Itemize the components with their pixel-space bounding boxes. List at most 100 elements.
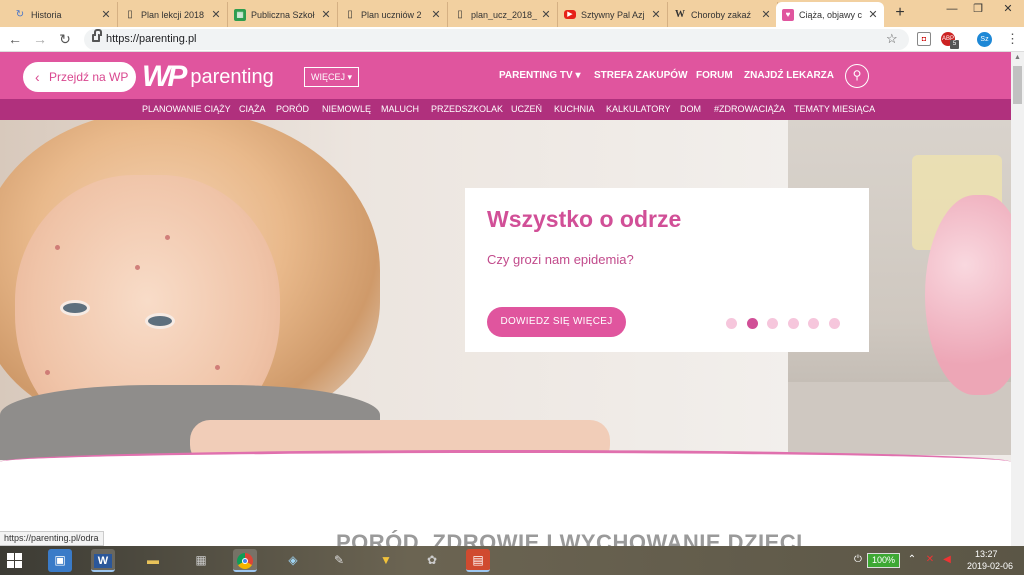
tab-label: Sztywny Pal Azj <box>581 9 645 20</box>
battery-indicator[interactable]: 100% <box>867 553 900 568</box>
windows-start-icon[interactable] <box>7 553 23 569</box>
chevron-up-icon[interactable]: ⌃ <box>906 554 918 566</box>
clock-time[interactable]: 13:27 <box>975 549 998 559</box>
clock-date[interactable]: 2019-02-06 <box>967 561 1013 571</box>
scrollbar-thumb[interactable] <box>1013 66 1022 104</box>
pocket-extension-icon[interactable]: ◘ <box>917 32 931 46</box>
nav-porod[interactable]: PORÓD <box>276 104 309 114</box>
tab-label: Publiczna Szkoł <box>251 9 315 20</box>
rash-spot <box>135 265 140 270</box>
close-icon[interactable]: ✕ <box>541 8 551 21</box>
nav-uczen[interactable]: UCZEŃ <box>511 104 542 114</box>
tab-wikipedia[interactable]: W Choroby zakaź ✕ <box>668 2 778 27</box>
wikipedia-icon: W <box>675 8 685 20</box>
menu-dots-icon[interactable]: ⋮ <box>1006 31 1019 47</box>
bookmark-star-icon[interactable]: ☆ <box>886 31 898 47</box>
nav-ciaza[interactable]: CIĄŻA <box>239 104 266 114</box>
address-bar[interactable]: https://parenting.pl <box>84 29 909 50</box>
app-icon[interactable]: ◈ <box>281 549 305 572</box>
tab-plan-lekcji[interactable]: ▯ Plan lekcji 2018 ✕ <box>118 2 228 27</box>
carousel-dot-1[interactable] <box>726 318 737 329</box>
forward-arrow-icon[interactable]: → <box>31 30 49 48</box>
back-to-wp-button[interactable]: ‹ Przejdź na WP <box>23 62 136 92</box>
nav-forum[interactable]: FORUM <box>696 70 733 81</box>
carousel-dot-5[interactable] <box>808 318 819 329</box>
status-bar-url: https://parenting.pl/odra <box>0 531 104 546</box>
tab-label: Plan uczniów 2 <box>361 9 422 20</box>
rash-spot <box>55 245 60 250</box>
network-icon[interactable]: ✕ <box>924 554 936 566</box>
nav-strefa-zakupow[interactable]: STREFA ZAKUPÓW <box>594 70 688 81</box>
tab-plan-ucz-2018[interactable]: ▯ plan_ucz_2018_ ✕ <box>448 2 558 27</box>
carousel-dot-6[interactable] <box>828 318 840 329</box>
close-icon[interactable]: ✕ <box>211 8 221 21</box>
tab-label: Plan lekcji 2018 <box>141 9 205 20</box>
tab-youtube[interactable]: ▶ Sztywny Pal Azj ✕ <box>558 2 668 27</box>
nav-kuchnia[interactable]: KUCHNIA <box>554 104 595 114</box>
close-icon[interactable]: ✕ <box>651 8 661 21</box>
profile-avatar[interactable]: Sz <box>977 32 992 47</box>
minimize-icon[interactable]: — <box>938 0 966 20</box>
tab-plan-uczniow[interactable]: ▯ Plan uczniów 2 ✕ <box>338 2 448 27</box>
document-icon: ▯ <box>347 8 353 20</box>
nav-niemowle[interactable]: NIEMOWLĘ <box>322 104 371 114</box>
browser-toolbar: ← → ↻ https://parenting.pl ☆ ◘ ABP 5 Sz … <box>0 27 1024 52</box>
learn-more-button[interactable]: DOWIEDZ SIĘ WIĘCEJ <box>487 307 626 337</box>
youtube-icon: ▶ <box>564 10 576 19</box>
paint-icon[interactable]: ✎ <box>327 549 351 572</box>
extension-badge: 5 <box>950 40 959 49</box>
tab-publiczna-szkola[interactable]: ▦ Publiczna Szkoł ✕ <box>228 2 338 27</box>
wp-logo-mark: WP <box>142 60 187 93</box>
file-explorer-icon[interactable]: ▬ <box>141 549 165 572</box>
more-dropdown-button[interactable]: WIĘCEJ ▾ <box>304 67 360 87</box>
page-scrollbar[interactable]: ▲ <box>1011 52 1024 546</box>
document-icon: ▯ <box>457 8 463 20</box>
reload-icon[interactable]: ↻ <box>56 30 74 48</box>
plug-icon[interactable]: ⏻ <box>852 554 864 566</box>
close-icon[interactable]: ✕ <box>868 8 878 21</box>
search-icon[interactable]: ⚲ <box>845 64 869 88</box>
close-icon[interactable]: ✕ <box>101 8 111 21</box>
nav-dom[interactable]: DOM <box>680 104 701 114</box>
back-arrow-icon[interactable]: ← <box>6 30 24 48</box>
rash-spot <box>215 365 220 370</box>
tab-historia[interactable]: ↻ Historia ✕ <box>8 2 118 27</box>
nav-parenting-tv[interactable]: PARENTING TV ▾ <box>499 70 581 81</box>
hero-carousel[interactable]: Wszystko o odrze Czy grozi nam epidemia?… <box>0 120 1011 490</box>
browser-tab-strip: ↻ Historia ✕ ▯ Plan lekcji 2018 ✕ ▦ Publ… <box>0 0 1024 27</box>
carousel-dot-3[interactable] <box>767 318 778 329</box>
restore-icon[interactable]: ❐ <box>964 0 992 20</box>
settings-app-icon[interactable]: ✿ <box>420 549 444 572</box>
new-tab-button[interactable]: + <box>890 4 910 22</box>
scroll-up-icon[interactable]: ▲ <box>1014 54 1021 61</box>
carousel-dot-4[interactable] <box>787 318 799 329</box>
close-icon[interactable]: ✕ <box>761 8 771 21</box>
close-icon[interactable]: ✕ <box>431 8 441 21</box>
parenting-logo[interactable]: WP parenting <box>142 60 274 94</box>
nav-planowanie-ciazy[interactable]: PLANOWANIE CIĄŻY <box>142 104 231 114</box>
nav-kalkulatory[interactable]: KALKULATORY <box>606 104 671 114</box>
nav-maluch[interactable]: MALUCH <box>381 104 419 114</box>
carousel-dots <box>726 318 849 329</box>
hero-subtitle: Czy grozi nam epidemia? <box>487 252 634 267</box>
sheets-icon: ▦ <box>234 8 246 21</box>
nav-tematy-miesiaca[interactable]: TEMATY MIESIĄCA <box>794 104 875 114</box>
hero-title[interactable]: Wszystko o odrze <box>487 206 681 233</box>
nav-zdrowaciaza[interactable]: #ZDROWACIĄŻA <box>714 104 785 114</box>
vlc-icon[interactable]: ▼ <box>374 549 398 572</box>
pdf-reader-icon[interactable]: ▤ <box>466 549 490 572</box>
volume-icon[interactable]: ◀ <box>941 554 953 566</box>
carousel-dot-2[interactable] <box>746 318 758 329</box>
chrome-icon[interactable] <box>233 549 257 572</box>
tab-label: Ciąża, objawy c <box>799 9 863 20</box>
network-app-icon[interactable]: ▣ <box>48 549 72 572</box>
word-icon[interactable]: W <box>91 549 115 572</box>
tab-parenting-active[interactable]: ♥ Ciąża, objawy c ✕ <box>776 2 884 27</box>
back-to-wp-label: Przejdź na WP <box>49 70 129 84</box>
hero-wave-divider <box>0 450 1011 490</box>
nav-znajdz-lekarza[interactable]: ZNAJDŹ LEKARZA <box>744 70 834 81</box>
calculator-icon[interactable]: ▦ <box>189 549 213 572</box>
close-icon[interactable]: ✕ <box>321 8 331 21</box>
nav-przedszkolak[interactable]: PRZEDSZKOLAK <box>431 104 503 114</box>
close-window-icon[interactable]: ✕ <box>992 0 1024 20</box>
